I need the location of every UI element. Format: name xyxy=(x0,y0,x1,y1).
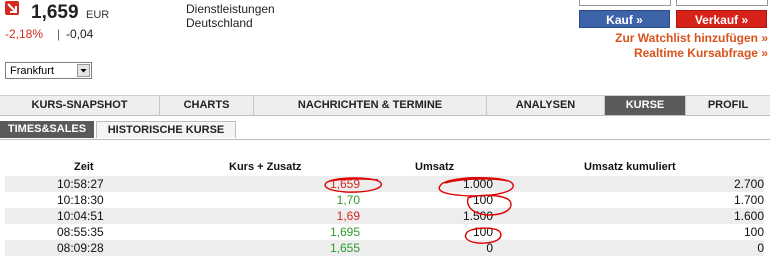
sell-button[interactable]: Verkauf » xyxy=(676,10,767,28)
tab-charts[interactable]: CHARTS xyxy=(160,96,254,115)
cell-zeit: 08:09:28 xyxy=(57,241,104,255)
cell-kurs: 1,70 xyxy=(336,193,360,207)
table-row: 10:58:27 1,659 1.000 2.700 xyxy=(5,176,764,192)
change-absolute: -0,04 xyxy=(66,27,94,41)
chevron-down-icon[interactable] xyxy=(77,64,90,77)
tab-nachrichten-termine[interactable]: NACHRICHTEN & TERMINE xyxy=(254,96,487,115)
cell-zeit: 10:18:30 xyxy=(57,193,104,207)
cell-zeit: 10:58:27 xyxy=(57,177,104,191)
cell-umsatz: 100 xyxy=(472,225,493,239)
price-down-arrow-icon xyxy=(5,1,19,15)
last-price: 1,659 xyxy=(31,2,79,23)
subtab-historische-kurse[interactable]: HISTORISCHE KURSE xyxy=(96,121,236,138)
cell-umsatz: 0 xyxy=(486,241,493,255)
subtab-times-sales[interactable]: TIMES&SALES xyxy=(0,121,94,138)
tab-kurse[interactable]: KURSE xyxy=(605,96,686,115)
cell-kurs: 1,655 xyxy=(329,241,360,255)
column-header-umsatz: Umsatz xyxy=(415,161,455,173)
sub-tab-bar: TIMES&SALES HISTORISCHE KURSE xyxy=(0,121,770,140)
order-field-left[interactable] xyxy=(579,0,671,6)
cell-umsatz-kumuliert: 100 xyxy=(743,225,764,239)
cell-zeit: 10:04:51 xyxy=(57,209,104,223)
cell-kurs: 1,659 xyxy=(329,177,360,191)
table-row: 08:55:35 1,695 100 100 xyxy=(5,224,764,240)
main-tab-bar: KURS-SNAPSHOT CHARTS NACHRICHTEN & TERMI… xyxy=(0,95,770,116)
table-row: 10:04:51 1,69 1.500 1.600 xyxy=(5,208,764,224)
cell-umsatz: 1.500 xyxy=(462,209,493,223)
tab-analysen[interactable]: ANALYSEN xyxy=(487,96,605,115)
column-header-kurs: Kurs + Zusatz xyxy=(229,161,302,173)
sector-label: Dienstleistungen xyxy=(186,2,275,16)
order-field-right[interactable] xyxy=(676,0,768,6)
exchange-select-value: Frankfurt xyxy=(10,65,55,77)
change-percent: -2,18% xyxy=(5,27,44,41)
tab-profil[interactable]: PROFIL xyxy=(686,96,770,115)
cell-umsatz-kumuliert: 2.700 xyxy=(733,177,764,191)
realtime-quote-link[interactable]: Realtime Kursabfrage » xyxy=(634,46,768,60)
cell-umsatz: 100 xyxy=(472,193,493,207)
column-header-zeit: Zeit xyxy=(74,161,94,173)
table-row: 08:09:28 1,655 0 0 xyxy=(5,240,764,256)
cell-umsatz-kumuliert: 0 xyxy=(757,241,764,255)
cell-kurs: 1,695 xyxy=(329,225,360,239)
table-row: 10:18:30 1,70 100 1.700 xyxy=(5,192,764,208)
add-to-watchlist-link[interactable]: Zur Watchlist hinzufügen » xyxy=(615,31,768,45)
tab-kurs-snapshot[interactable]: KURS-SNAPSHOT xyxy=(0,96,160,115)
cell-umsatz-kumuliert: 1.600 xyxy=(733,209,764,223)
exchange-select[interactable]: Frankfurt xyxy=(5,62,92,79)
price-currency: EUR xyxy=(86,9,110,21)
change-separator: | xyxy=(57,27,61,41)
country-label: Deutschland xyxy=(186,16,253,30)
column-header-umsatz-kumuliert: Umsatz kumuliert xyxy=(584,161,676,173)
buy-button[interactable]: Kauf » xyxy=(579,10,670,28)
cell-umsatz: 1.000 xyxy=(462,177,493,191)
cell-umsatz-kumuliert: 1.700 xyxy=(733,193,764,207)
cell-kurs: 1,69 xyxy=(336,209,360,223)
cell-zeit: 08:55:35 xyxy=(57,225,104,239)
